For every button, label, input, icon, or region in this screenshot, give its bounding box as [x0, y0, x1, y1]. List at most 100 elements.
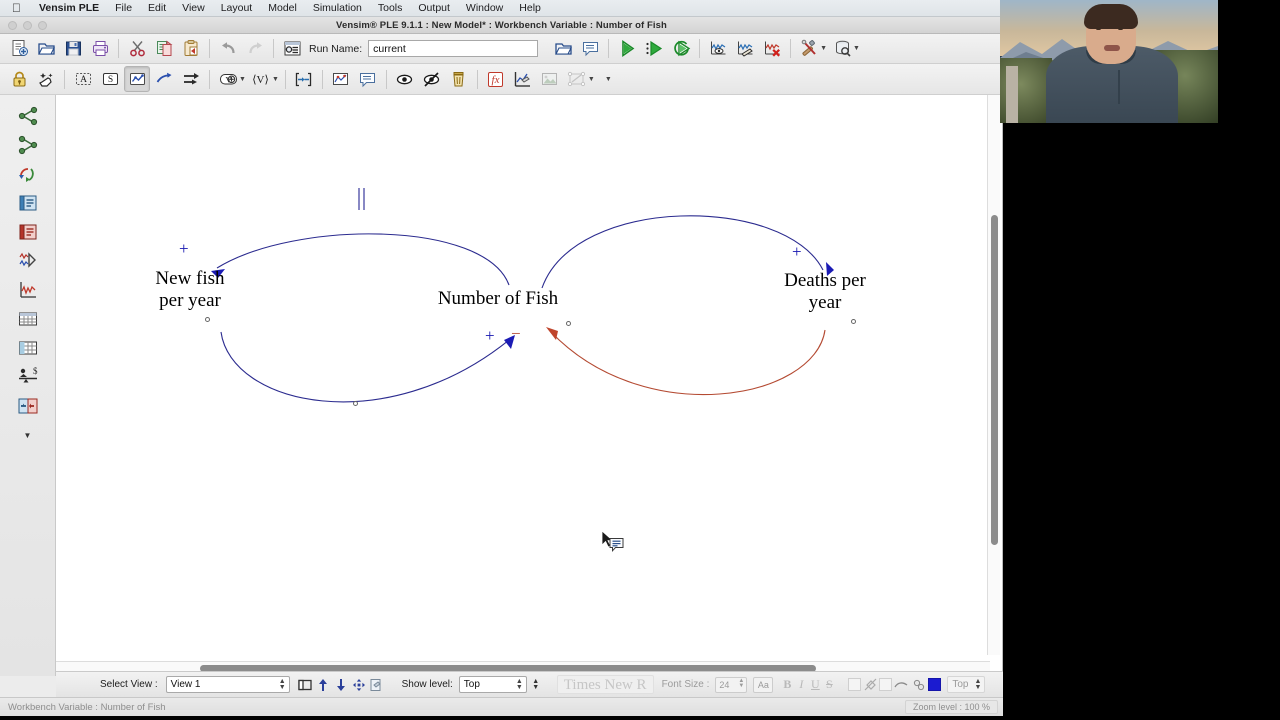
open-model-button[interactable]: [33, 36, 59, 62]
copy-button[interactable]: [151, 36, 177, 62]
simulation-settings-button[interactable]: [279, 36, 305, 62]
variable-number-of-fish[interactable]: Number of Fish: [413, 288, 583, 310]
comment-button[interactable]: [577, 36, 603, 62]
font-size-input[interactable]: 24 ▲ ▼: [715, 676, 748, 693]
menu-item-output[interactable]: Output: [410, 0, 458, 17]
causes-strip-tool[interactable]: [13, 219, 43, 245]
dataset-button[interactable]: [829, 36, 855, 62]
variable-deaths-per-year[interactable]: Deaths per year: [765, 270, 885, 315]
font-case-button[interactable]: Aa: [753, 676, 774, 693]
text-color-swatch[interactable]: [928, 678, 942, 691]
canvas-vertical-scrollbar[interactable]: [987, 95, 1000, 655]
chevron-down-icon[interactable]: ▼: [605, 76, 612, 83]
maximize-window-button[interactable]: [38, 21, 47, 30]
menu-item-window[interactable]: Window: [458, 0, 511, 17]
load-dataset-button[interactable]: [550, 36, 576, 62]
lock-tool[interactable]: [6, 66, 32, 92]
delete-tool[interactable]: [446, 66, 472, 92]
cut-button[interactable]: [124, 36, 150, 62]
level-stepper[interactable]: ▲ ▼: [527, 676, 545, 694]
select-view-dropdown[interactable]: View 1 ▲ ▼: [165, 676, 290, 693]
menu-item-view[interactable]: View: [174, 0, 213, 17]
run-setval-button[interactable]: [641, 36, 667, 62]
image-tool[interactable]: [537, 66, 563, 92]
delete-results-button[interactable]: [759, 36, 785, 62]
chevron-down-icon[interactable]: ▼: [24, 431, 32, 440]
apple-logo-icon[interactable]: : [8, 2, 31, 14]
shadow-var-add-tool[interactable]: V: [215, 66, 241, 92]
loops-tool[interactable]: [13, 161, 43, 187]
window-controls[interactable]: [8, 21, 47, 30]
link-handle-left-loop-center[interactable]: [353, 401, 358, 406]
move-down-level-button[interactable]: [332, 676, 350, 694]
runs-compare-tool[interactable]: $: [13, 364, 43, 390]
menu-item-model[interactable]: Model: [260, 0, 305, 17]
menu-item-simulation[interactable]: Simulation: [305, 0, 370, 17]
line-style-icon[interactable]: [892, 676, 910, 694]
text-tool[interactable]: A: [70, 66, 96, 92]
run-simulation-button[interactable]: [614, 36, 640, 62]
menu-item-file[interactable]: File: [107, 0, 140, 17]
more-analysis-tools[interactable]: ▼: [13, 422, 43, 448]
paint-bucket-icon[interactable]: [861, 676, 879, 694]
move-size-tool[interactable]: [33, 66, 59, 92]
rate-flow-tool[interactable]: [178, 66, 204, 92]
save-model-button[interactable]: [60, 36, 86, 62]
move-up-level-button[interactable]: [314, 676, 332, 694]
strikethrough-button[interactable]: S: [822, 677, 836, 692]
link-handle-number-of-fish[interactable]: [566, 321, 571, 326]
menu-item-help[interactable]: Help: [511, 0, 549, 17]
sketch-variable-tool[interactable]: [124, 66, 150, 92]
hide-tool[interactable]: [419, 66, 445, 92]
link-color-icon[interactable]: [910, 676, 928, 694]
italic-button[interactable]: I: [794, 677, 808, 692]
menu-item-vensim-ple[interactable]: Vensim PLE: [31, 0, 107, 17]
uses-tree-tool[interactable]: [13, 132, 43, 158]
view-frame-button[interactable]: [296, 676, 314, 694]
causal-loop-diagram[interactable]: Number of Fish (+) --> Deaths per year (…: [85, 100, 993, 655]
reference-modes-tool[interactable]: [510, 66, 536, 92]
sketch-image-tool[interactable]: [564, 66, 590, 92]
shadow-variable-tool[interactable]: S: [97, 66, 123, 92]
print-button[interactable]: [87, 36, 113, 62]
equation-tool[interactable]: fx: [483, 66, 509, 92]
table-time-down-tool[interactable]: [13, 335, 43, 361]
show-results-button[interactable]: [705, 36, 731, 62]
menu-item-layout[interactable]: Layout: [213, 0, 261, 17]
zoom-level-indicator[interactable]: Zoom level : 100 %: [904, 700, 998, 714]
variable-new-fish-per-year[interactable]: New fish per year: [135, 268, 245, 313]
hide-results-button[interactable]: [732, 36, 758, 62]
copy-view-button[interactable]: [368, 676, 386, 694]
border-color-swatch[interactable]: [879, 678, 893, 691]
menu-item-tools[interactable]: Tools: [370, 0, 411, 17]
underline-button[interactable]: U: [808, 677, 822, 692]
angle-bracket-tool[interactable]: ⟨V⟩: [248, 66, 274, 92]
sensitivity-tool[interactable]: [13, 393, 43, 419]
loop-tool[interactable]: [291, 66, 317, 92]
fill-color-swatch[interactable]: [848, 678, 862, 691]
show-hide-tool[interactable]: [392, 66, 418, 92]
run-sync-button[interactable]: [668, 36, 694, 62]
new-model-button[interactable]: [6, 36, 32, 62]
graph-tool[interactable]: [13, 277, 43, 303]
redo-button[interactable]: [242, 36, 268, 62]
tools-button[interactable]: [796, 36, 822, 62]
show-level-dropdown[interactable]: Top ▲ ▼: [458, 676, 527, 693]
link-handle-deaths[interactable]: [851, 319, 856, 324]
undo-button[interactable]: [215, 36, 241, 62]
menu-item-edit[interactable]: Edit: [140, 0, 174, 17]
run-name-input[interactable]: [368, 40, 539, 57]
text-align-dropdown[interactable]: Top ▲ ▼: [947, 676, 986, 693]
link-handle-new-fish[interactable]: [205, 317, 210, 322]
move-view-button[interactable]: [350, 676, 368, 694]
vertical-scroll-thumb[interactable]: [991, 215, 998, 545]
causes-graph-tool[interactable]: [13, 248, 43, 274]
input-output-tool[interactable]: [328, 66, 354, 92]
table-tool[interactable]: [13, 306, 43, 332]
document-tool[interactable]: [13, 190, 43, 216]
arrow-link-tool[interactable]: [151, 66, 177, 92]
causes-tree-tool[interactable]: [13, 103, 43, 129]
comment-tool[interactable]: [355, 66, 381, 92]
paste-button[interactable]: [178, 36, 204, 62]
close-window-button[interactable]: [8, 21, 17, 30]
